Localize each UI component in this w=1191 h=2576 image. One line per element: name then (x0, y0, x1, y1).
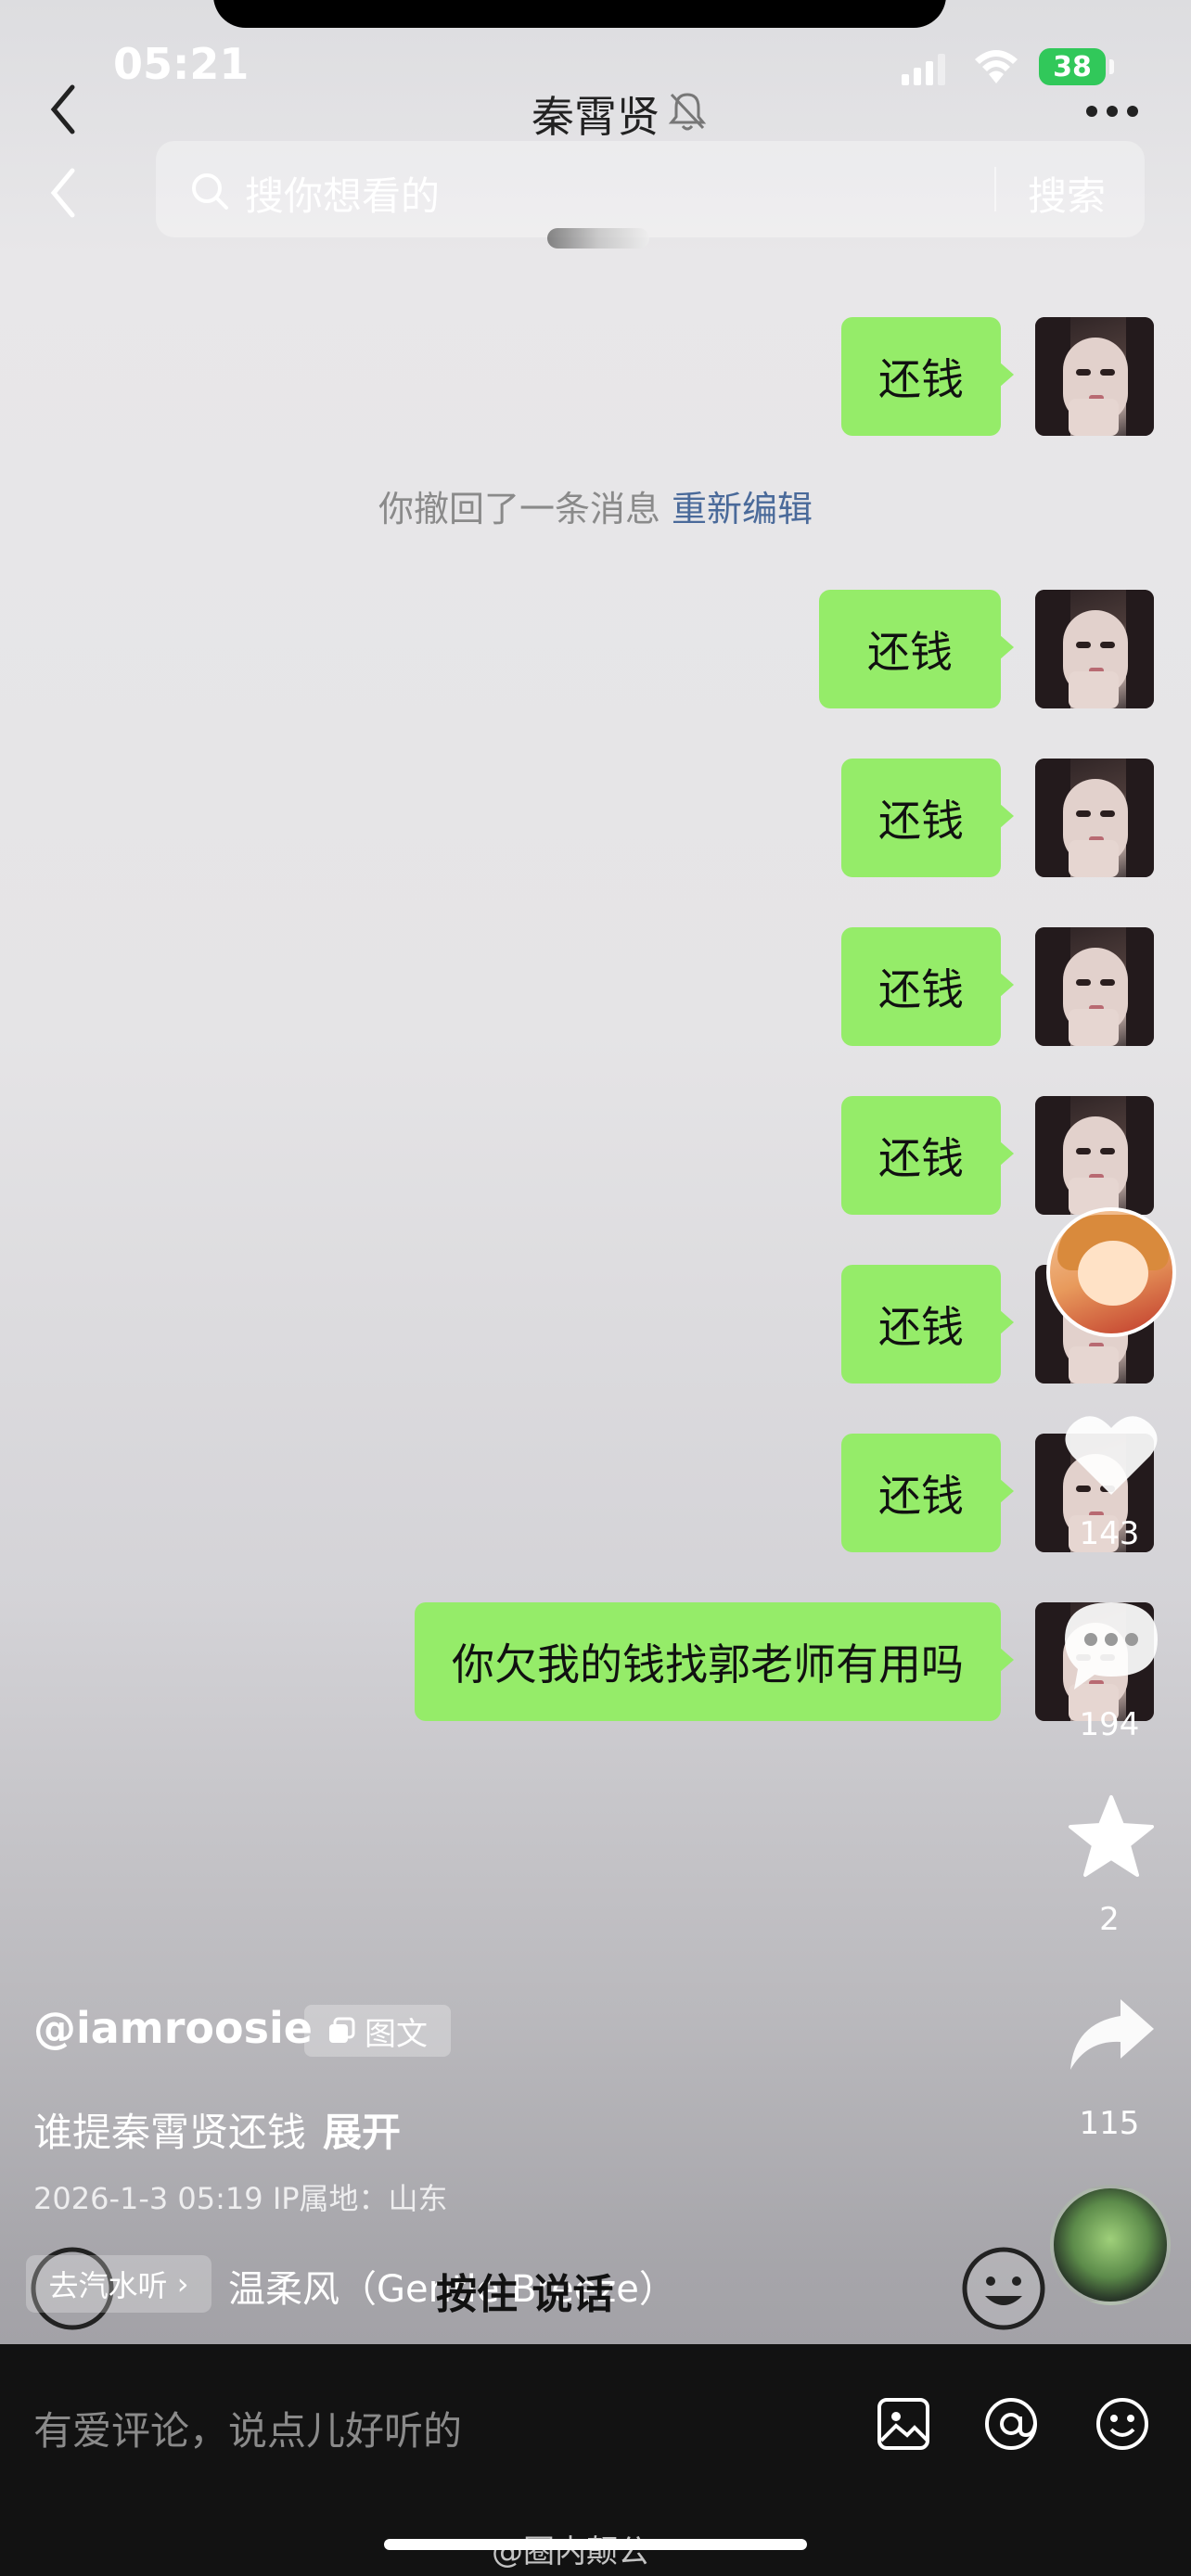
message-bubble[interactable]: 还钱 (841, 1096, 1014, 1215)
more-options-icon[interactable] (1085, 105, 1139, 118)
message-bubble[interactable]: 还钱 (819, 590, 1014, 708)
search-placeholder: 搜你想看的 (245, 173, 441, 219)
comment-emoji-icon[interactable] (1095, 2396, 1150, 2452)
avatar[interactable] (1035, 317, 1154, 436)
image-picker-icon[interactable] (876, 2396, 931, 2452)
like-count: 143 (1079, 1515, 1140, 1552)
loading-indicator (547, 228, 649, 249)
favorite-star-icon[interactable] (1067, 1793, 1156, 1879)
hold-to-talk-button[interactable]: 按住 说话 (436, 2261, 613, 2320)
image-post-icon (329, 2017, 355, 2043)
author-handle[interactable]: @iamroosie (33, 2003, 313, 2053)
message-bubble[interactable]: 还钱 (841, 759, 1014, 877)
mute-bell-icon (668, 93, 707, 131)
comment-count: 194 (1079, 1706, 1140, 1743)
favorite-count: 2 (1099, 1901, 1120, 1938)
message-bubble[interactable]: 你欠我的钱找郭老师有用吗 (415, 1602, 1014, 1721)
emoji-icon[interactable] (959, 2244, 1048, 2333)
battery-indicator: 38 (1039, 48, 1106, 85)
post-description: 谁提秦霄贤还钱 展开 (33, 2101, 401, 2158)
post-type-label: 图文 (365, 2015, 428, 2053)
mention-icon[interactable] (983, 2396, 1039, 2452)
share-arrow-icon[interactable] (1067, 1996, 1156, 2072)
post-type-tag: 图文 (304, 2005, 451, 2057)
message-bubble[interactable]: 还钱 (841, 1434, 1014, 1552)
description-text: 谁提秦霄贤还钱 (33, 2110, 307, 2155)
dynamic-island (213, 0, 946, 28)
avatar[interactable] (1035, 927, 1154, 1046)
creator-avatar[interactable] (1046, 1207, 1176, 1337)
search-button[interactable]: 搜索 (1028, 165, 1106, 222)
search-divider (994, 167, 996, 211)
status-time: 05:21 (113, 39, 250, 89)
chat-title: 秦霄贤 (531, 92, 660, 142)
music-source-label: 去汽水听 (48, 2268, 168, 2303)
expand-link[interactable]: 展开 (323, 2110, 401, 2155)
share-count: 115 (1079, 2105, 1140, 2142)
cellular-signal-icon (902, 54, 945, 85)
avatar[interactable] (1035, 759, 1154, 877)
music-disc[interactable] (1050, 2185, 1171, 2305)
music-source-pill[interactable]: 去汽水听 › (26, 2255, 211, 2313)
re-edit-link[interactable]: 重新编辑 (672, 489, 813, 529)
message-bubble[interactable]: 还钱 (841, 927, 1014, 1046)
watermark: @圈内颠公 (492, 2533, 649, 2570)
like-heart-icon[interactable] (1063, 1411, 1159, 1498)
post-meta: 2026-1-3 05:19 IP属地：山东 (33, 2181, 448, 2216)
message-bubble[interactable]: 还钱 (841, 1265, 1014, 1384)
wifi-icon (975, 50, 1018, 83)
comment-icon[interactable] (1061, 1597, 1161, 1693)
avatar[interactable] (1035, 590, 1154, 708)
message-bubble[interactable]: 还钱 (841, 317, 1014, 436)
recall-notice: 你撤回了一条消息 重新编辑 (0, 480, 1191, 531)
back-icon[interactable] (46, 165, 80, 221)
recall-text: 你撤回了一条消息 (378, 489, 660, 529)
search-icon (192, 173, 228, 210)
avatar[interactable] (1035, 1096, 1154, 1215)
battery-tip (1109, 59, 1114, 74)
comment-input[interactable]: 有爱评论，说点儿好听的 (33, 2400, 462, 2456)
